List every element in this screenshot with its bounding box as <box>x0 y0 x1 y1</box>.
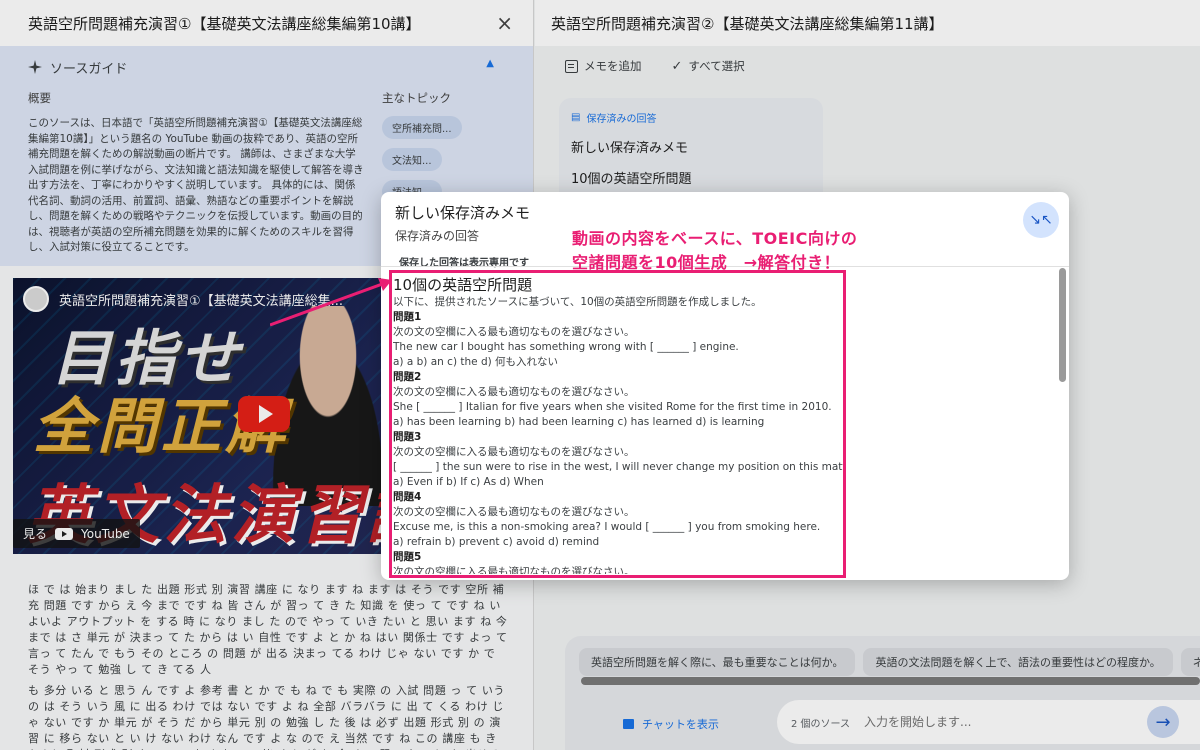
question-sentence: Excuse me, is this a non-smoking area? I… <box>393 521 821 533</box>
modal-scrollbar[interactable] <box>1059 268 1066 382</box>
question-label: 問題4 <box>393 491 422 503</box>
question-sentence: She [ ______ ] Italian for five years wh… <box>393 401 832 413</box>
modal-body: 10個の英語空所問題 以下に、提供されたソースに基づいて、10個の英語空所問題を… <box>393 268 843 574</box>
question-instruction: 次の文の空欄に入る最も適切なものを選びなさい。 <box>393 566 635 574</box>
collapse-icon[interactable]: ↘↖ <box>1023 202 1059 238</box>
question-instruction: 次の文の空欄に入る最も適切なものを選びなさい。 <box>393 446 635 458</box>
note-body-title: 10個の英語空所問題 <box>393 276 533 294</box>
question-label: 問題3 <box>393 431 422 443</box>
callout-line-1: 動画の内容をベースに、TOEIC向けの <box>572 229 858 248</box>
question-sentence: [ ______ ] the sun were to rise in the w… <box>393 461 843 473</box>
question-choices: a) a b) an c) the d) 何も入れない <box>393 356 559 368</box>
modal-title: 新しい保存済みメモ <box>395 204 531 222</box>
question-instruction: 次の文の空欄に入る最も適切なものを選びなさい。 <box>393 506 635 518</box>
question-label: 問題1 <box>393 311 422 323</box>
annotation-callout: 動画の内容をベースに、TOEIC向けの 空諸問題を10個生成 →解答付き！ <box>572 227 857 275</box>
callout-line-2: 空諸問題を10個生成 →解答付き！ <box>572 253 841 272</box>
question-instruction: 次の文の空欄に入る最も適切なものを選びなさい。 <box>393 326 635 338</box>
question-choices: a) Even if b) If c) As d) When <box>393 476 544 488</box>
question-instruction: 次の文の空欄に入る最も適切なものを選びなさい。 <box>393 386 635 398</box>
question-choices: a) refrain b) prevent c) avoid d) remind <box>393 536 600 548</box>
note-intro: 以下に、提供されたソースに基づいて、10個の英語空所問題を作成しました。 <box>393 296 762 308</box>
question-label: 問題2 <box>393 371 422 383</box>
question-label: 問題5 <box>393 551 422 563</box>
question-choices: a) has been learning b) had been learnin… <box>393 416 765 428</box>
question-sentence: The new car I bought has something wrong… <box>393 341 739 353</box>
